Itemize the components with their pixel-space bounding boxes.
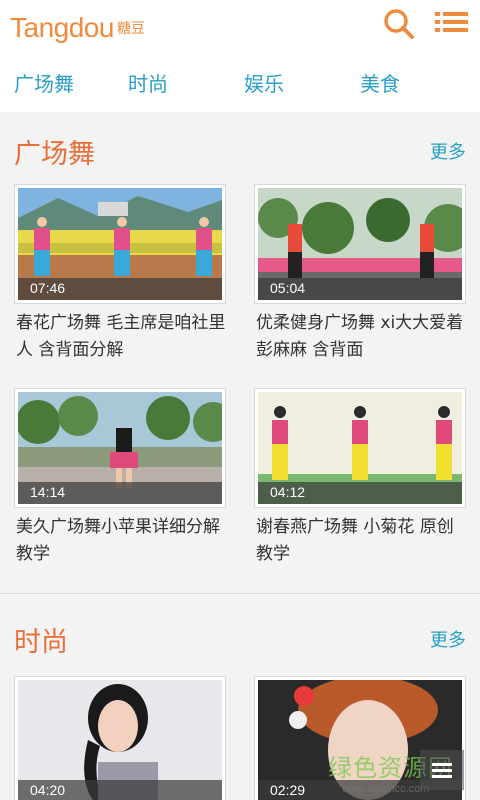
menu-icon	[435, 12, 468, 32]
video-thumbnail[interactable]: 07:46	[14, 184, 226, 304]
duration-overlay: 14:14	[18, 482, 222, 504]
video-duration: 07:46	[30, 280, 66, 296]
search-icon	[384, 9, 414, 39]
video-duration: 02:29	[270, 782, 306, 798]
duration-overlay: 04:12	[258, 482, 462, 504]
video-thumbnail-image: 07:46	[18, 188, 222, 300]
logo-subtext: 糖豆	[116, 21, 145, 37]
tab-square-dance[interactable]: 广场舞	[14, 68, 74, 97]
video-thumbnail[interactable]: 14:14	[14, 388, 226, 508]
section-divider	[0, 593, 480, 594]
tab-food[interactable]: 美食	[360, 68, 400, 97]
video-title[interactable]: 美久广场舞小苹果详细分解教学	[16, 514, 230, 568]
search-button[interactable]	[380, 6, 420, 42]
video-title[interactable]: 谢春燕广场舞 小菊花 原创教学	[256, 514, 470, 568]
app-logo[interactable]: Tangdou 糖豆	[10, 12, 145, 44]
scroll-top-button[interactable]	[420, 750, 464, 790]
more-link[interactable]: 更多	[430, 138, 466, 164]
video-thumbnail[interactable]: 04:20	[14, 676, 226, 800]
section-title: 时尚	[14, 627, 68, 658]
video-thumbnail-image: 05:04	[258, 188, 462, 300]
app-screen: Tangdou 糖豆 广场舞 时尚 娱乐 美食 广场舞 更多 07:46 春花广…	[0, 0, 480, 800]
more-link[interactable]: 更多	[430, 626, 466, 652]
menu-button[interactable]	[432, 6, 472, 42]
video-thumbnail-image: 04:12	[258, 392, 462, 504]
video-title[interactable]: 优柔健身广场舞 xi大大爱着彭麻麻 含背面	[256, 310, 470, 364]
duration-overlay: 05:04	[258, 278, 462, 300]
video-duration: 04:12	[270, 484, 306, 500]
tab-entertainment[interactable]: 娱乐	[244, 68, 284, 97]
category-tabs: 广场舞 时尚 娱乐 美食	[0, 56, 480, 112]
section-title: 广场舞	[14, 139, 95, 170]
duration-overlay: 04:20	[18, 780, 222, 800]
video-thumbnail-image: 14:14	[18, 392, 222, 504]
video-thumbnail[interactable]: 05:04	[254, 184, 466, 304]
video-thumbnail[interactable]: 04:12	[254, 388, 466, 508]
video-duration: 04:20	[30, 782, 66, 798]
video-title[interactable]: 春花广场舞 毛主席是咱社里人 含背面分解	[16, 310, 230, 364]
app-header: Tangdou 糖豆	[0, 0, 480, 56]
video-duration: 14:14	[30, 484, 66, 500]
duration-overlay: 07:46	[18, 278, 222, 300]
tab-fashion[interactable]: 时尚	[128, 68, 168, 97]
logo-text: Tangdou	[10, 12, 114, 43]
list-icon	[432, 763, 452, 778]
video-thumbnail-image: 04:20	[18, 680, 222, 800]
section-square-dance: 广场舞 更多 07:46 春花广场舞 毛主席是咱社里人 含背面分解 05:04 …	[0, 118, 480, 592]
video-duration: 05:04	[270, 280, 306, 296]
